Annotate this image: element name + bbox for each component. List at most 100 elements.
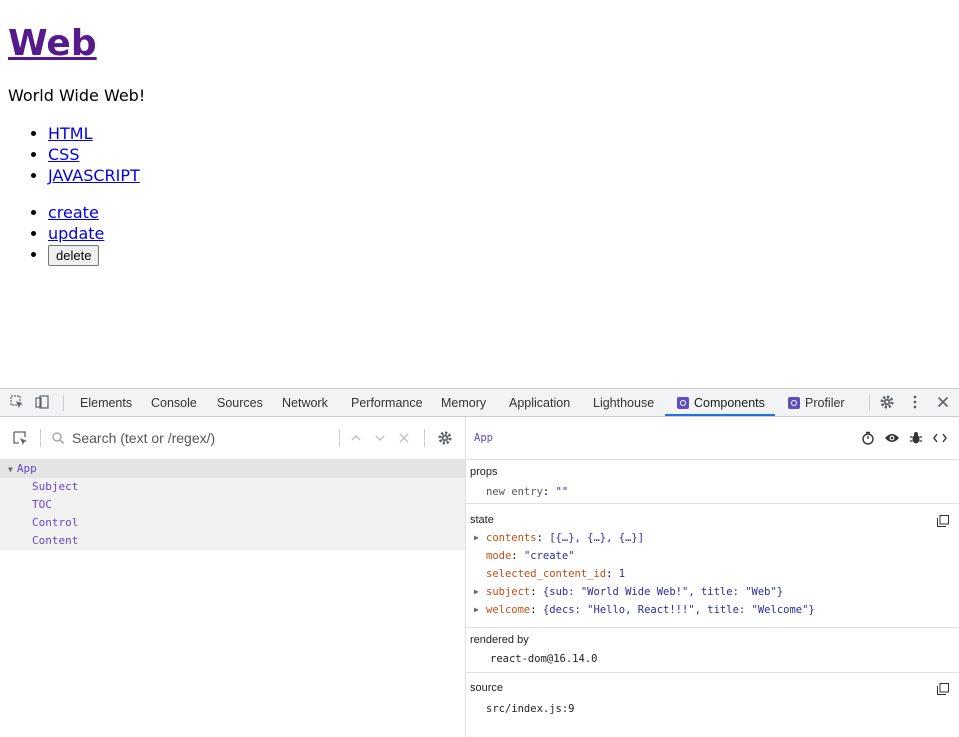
renderer-version: react-dom@16.14.0 <box>490 653 598 665</box>
view-source-icon[interactable] <box>932 430 948 446</box>
tab-console[interactable]: Console <box>151 389 197 416</box>
tabbar-divider <box>869 395 870 411</box>
tab-profiler[interactable]: Profiler <box>788 389 845 416</box>
page-subtitle: World Wide Web! <box>8 86 146 105</box>
copy-icon[interactable] <box>937 514 949 527</box>
state-key: welcome <box>486 604 531 616</box>
create-link[interactable]: create <box>48 203 99 222</box>
copy-icon[interactable] <box>937 682 949 695</box>
state-row[interactable]: mode: "create" <box>486 547 575 565</box>
page-title: Web <box>8 22 97 66</box>
toc-item: HTML <box>48 123 140 144</box>
devtools-panel: Elements Console Sources Network Perform… <box>0 388 959 737</box>
selected-component-name: App <box>474 432 493 444</box>
components-tree-panel: ▼App Subject TOC Control Content <box>0 417 466 737</box>
tree-row-label: App <box>16 462 37 475</box>
toc-item: JAVASCRIPT <box>48 165 140 186</box>
state-key: mode <box>486 550 512 562</box>
close-icon[interactable] <box>935 394 951 410</box>
search-divider <box>424 429 425 447</box>
state-row[interactable]: ▶ welcome: {decs: "Hello, React!!!", titl… <box>474 601 815 619</box>
source-section-title: source <box>470 682 504 694</box>
section-divider <box>466 627 959 628</box>
expand-triangle-icon[interactable]: ▶ <box>474 529 479 547</box>
tab-application[interactable]: Application <box>509 389 570 416</box>
props-row[interactable]: new entry: "" <box>486 483 568 501</box>
control-item: update <box>48 223 104 244</box>
tree-row-app[interactable]: ▼ App <box>0 460 465 478</box>
source-location[interactable]: src/index.js:9 <box>486 700 575 718</box>
inspector-header: App <box>466 417 959 460</box>
state-row[interactable]: ▶ contents: [{…}, {…}, {…}] <box>474 529 645 547</box>
stopwatch-icon[interactable] <box>860 430 876 446</box>
gear-icon[interactable] <box>437 430 453 446</box>
tree-row-toc[interactable]: TOC <box>0 496 465 514</box>
expand-triangle-icon[interactable]: ▶ <box>474 583 479 601</box>
devtools-tabbar: Elements Console Sources Network Perform… <box>0 389 959 417</box>
tree-row-control[interactable]: Control <box>0 514 465 532</box>
state-row[interactable]: selected_content_id: 1 <box>486 565 625 583</box>
state-key: selected_content_id <box>486 568 607 580</box>
search-divider <box>40 429 41 447</box>
page-title-link[interactable]: Web <box>8 23 97 64</box>
select-element-icon[interactable] <box>12 430 28 446</box>
bug-icon[interactable] <box>908 430 924 446</box>
toc-link-javascript[interactable]: JAVASCRIPT <box>48 166 140 185</box>
delete-button[interactable]: delete <box>48 245 100 266</box>
chevron-down-icon[interactable] <box>372 430 388 446</box>
state-value[interactable]: "create" <box>524 550 575 562</box>
state-row[interactable]: ▶ subject: {sub: "World Wide Web!", title… <box>474 583 784 601</box>
eye-icon[interactable] <box>884 430 900 446</box>
more-options-icon[interactable] <box>907 394 923 410</box>
state-value: {sub: "World Wide Web!", title: "Web"} <box>542 586 784 598</box>
update-link[interactable]: update <box>48 224 104 243</box>
tab-performance[interactable]: Performance <box>351 389 423 416</box>
tab-components-label: Components <box>694 396 765 410</box>
section-divider <box>466 503 959 504</box>
tab-lighthouse[interactable]: Lighthouse <box>593 389 654 416</box>
web-page: Web World Wide Web! HTML CSS JAVASCRIPT … <box>0 0 959 388</box>
expand-triangle-icon[interactable]: ▶ <box>474 601 479 619</box>
prop-value[interactable]: "" <box>556 486 569 498</box>
rendered-by-section-title: rendered by <box>470 634 529 646</box>
state-key: contents <box>486 532 537 544</box>
tree-row-content[interactable]: Content <box>0 532 465 550</box>
state-value: [{…}, {…}, {…}] <box>549 532 645 544</box>
search-icon <box>50 430 66 446</box>
inspect-element-icon[interactable] <box>9 394 25 410</box>
gear-icon[interactable] <box>879 394 895 410</box>
component-tree: ▼ App Subject TOC Control Content <box>0 460 465 550</box>
section-divider <box>466 672 959 673</box>
state-section-title: state <box>470 514 494 526</box>
toc-item: CSS <box>48 144 140 165</box>
tree-row-subject[interactable]: Subject <box>0 478 465 496</box>
state-value[interactable]: 1 <box>619 568 625 580</box>
react-icon <box>788 397 800 409</box>
state-key: subject <box>486 586 531 598</box>
chevron-up-icon[interactable] <box>348 430 364 446</box>
tab-profiler-label: Profiler <box>805 396 845 410</box>
tab-memory[interactable]: Memory <box>441 389 486 416</box>
control-item: delete <box>48 244 104 266</box>
tab-elements[interactable]: Elements <box>80 389 132 416</box>
clear-search-icon[interactable] <box>396 430 412 446</box>
tabbar-divider <box>63 395 64 411</box>
search-divider <box>339 429 340 447</box>
control-item: create <box>48 202 104 223</box>
control-list: create update delete <box>8 202 104 266</box>
device-toolbar-icon[interactable] <box>34 394 50 410</box>
tab-sources[interactable]: Sources <box>217 389 263 416</box>
expand-triangle-icon[interactable]: ▼ <box>8 465 13 474</box>
component-search-bar <box>0 417 465 460</box>
react-icon <box>677 397 689 409</box>
toc-link-css[interactable]: CSS <box>48 145 79 164</box>
toc-list: HTML CSS JAVASCRIPT <box>8 123 140 186</box>
component-inspector: App props new entry: "" state ▶ contents:… <box>466 417 959 737</box>
props-section-title: props <box>470 466 498 478</box>
component-search-input[interactable] <box>72 428 332 448</box>
toc-link-html[interactable]: HTML <box>48 124 93 143</box>
tab-components[interactable]: Components <box>665 389 775 416</box>
state-value: {decs: "Hello, React!!!", title: "Welcom… <box>542 604 815 616</box>
tab-network[interactable]: Network <box>282 389 328 416</box>
prop-key: new entry <box>486 486 543 498</box>
